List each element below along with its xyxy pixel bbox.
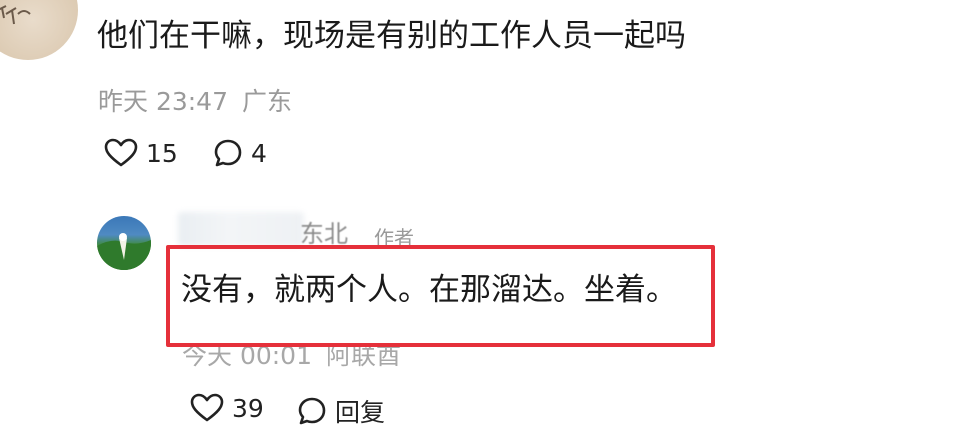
like-count: 15: [146, 138, 178, 168]
reply-button[interactable]: 回复: [297, 393, 385, 429]
avatar-doodle-icon: [0, 5, 31, 25]
replies-button[interactable]: 4: [213, 138, 267, 168]
reply-author-name-redacted: [178, 212, 304, 246]
comment-bubble-icon: [298, 397, 326, 425]
comment-bubble-icon: [214, 139, 242, 167]
reply-like-count: 39: [232, 393, 264, 423]
comment-time: 昨天 23:47: [98, 87, 228, 116]
heart-icon: [104, 138, 138, 167]
highlight-annotation-box: [166, 245, 715, 347]
avatar-landscape-icon: [97, 233, 151, 270]
reply-author-avatar[interactable]: [97, 216, 151, 270]
comment-meta: 昨天 23:47 广东: [98, 82, 292, 118]
reply-count: 4: [251, 138, 267, 168]
reply-author-name[interactable]: 东北: [300, 214, 348, 249]
commenter-avatar[interactable]: [0, 0, 78, 60]
heart-icon: [190, 393, 224, 422]
comment-location: 广东: [242, 87, 293, 116]
like-button[interactable]: 15: [104, 138, 178, 168]
reply-like-button[interactable]: 39: [190, 393, 264, 423]
reply-button-label: 回复: [335, 398, 386, 427]
comment-text: 他们在干嘛，现场是有别的工作人员一起吗: [97, 18, 686, 54]
